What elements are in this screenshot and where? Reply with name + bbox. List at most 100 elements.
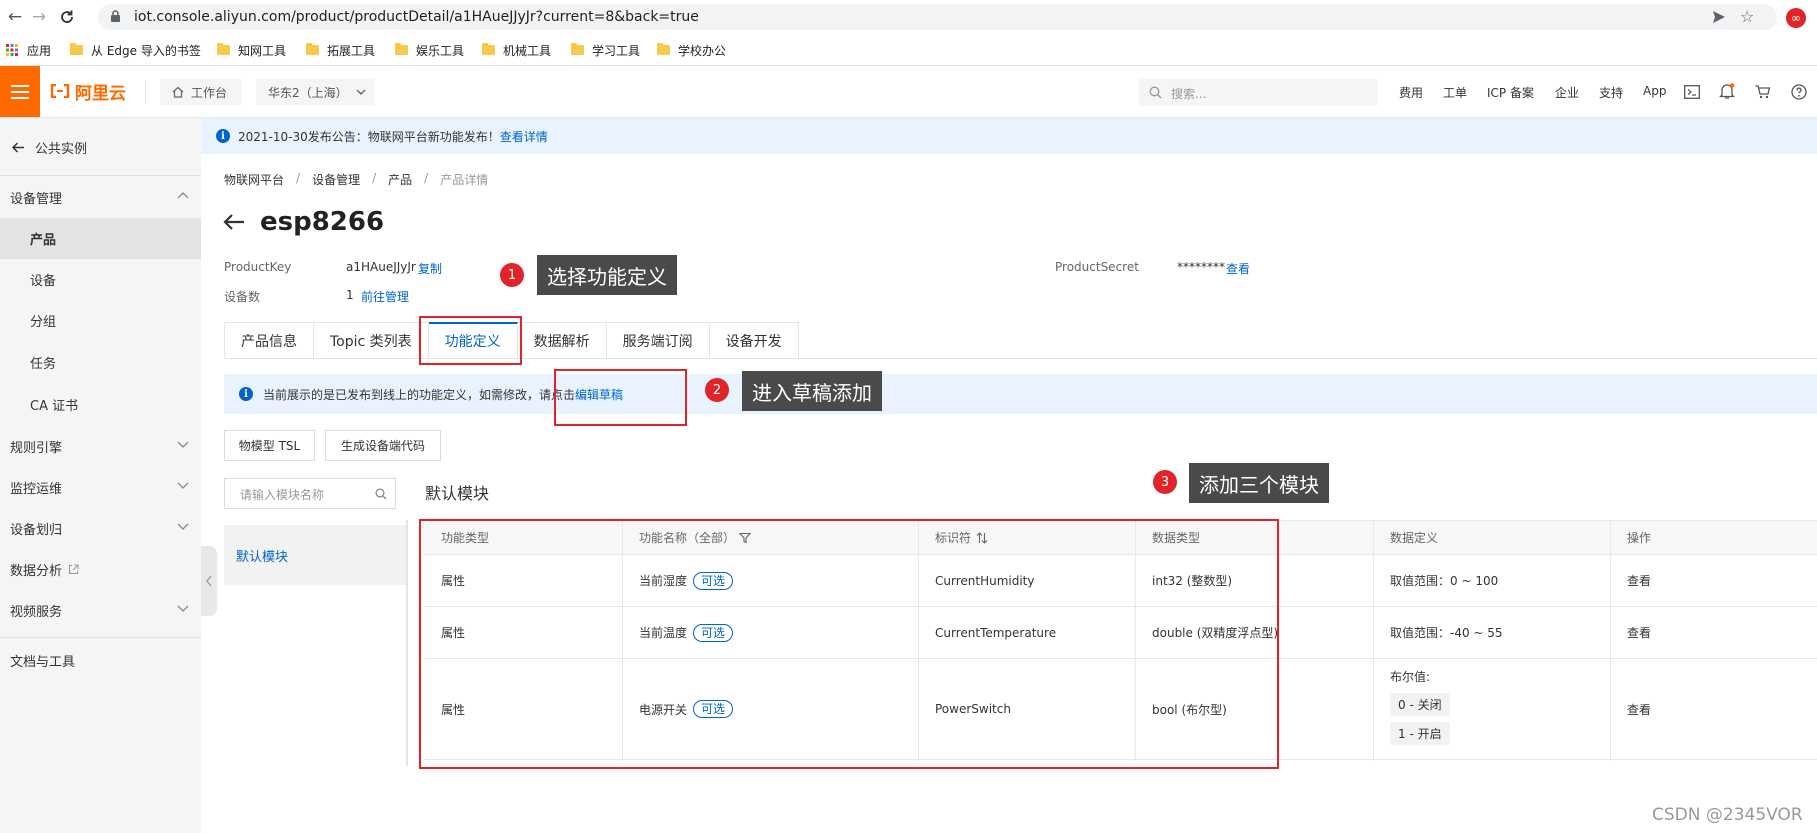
- product-secret-label: ProductSecret: [1055, 260, 1139, 274]
- sidebar-divider: [0, 637, 201, 638]
- chevron-down-icon: [177, 523, 189, 530]
- column-header: 数据定义: [1390, 531, 1439, 545]
- chevron-down-icon: [177, 482, 189, 489]
- help-icon[interactable]: [1791, 84, 1807, 100]
- lock-icon: [110, 10, 121, 23]
- breadcrumb-item[interactable]: 设备管理: [312, 171, 360, 188]
- bookmark-folder[interactable]: 从 Edge 导入的书签: [70, 42, 201, 58]
- bookmark-folder[interactable]: 拓展工具: [306, 42, 375, 58]
- watermark: CSDN @2345VOR: [1652, 805, 1803, 825]
- bool-definition: 布尔值: 0 - 关闭 1 - 开启: [1390, 668, 1450, 745]
- back-arrow-icon[interactable]: ←: [4, 7, 26, 27]
- annotation-box-edit-draft: [554, 369, 687, 426]
- menu-hamburger-icon[interactable]: [0, 66, 40, 117]
- sidebar-collapse-handle[interactable]: [201, 546, 217, 616]
- bookmark-folder[interactable]: 娱乐工具: [395, 42, 464, 58]
- chevron-left-icon: [206, 575, 212, 587]
- sidebar-back-public-instance[interactable]: 公共实例: [0, 127, 201, 168]
- product-key-label: ProductKey: [224, 260, 292, 274]
- tab-server-subscription[interactable]: 服务端订阅: [606, 322, 710, 359]
- copy-link[interactable]: 复制: [418, 260, 442, 277]
- annotation-badge: 2: [705, 378, 729, 402]
- url-text: iot.console.aliyun.com/product/productDe…: [134, 9, 699, 25]
- annotation-box-table: [419, 519, 1279, 769]
- annotation-box-tab: [419, 316, 522, 365]
- info-icon: i: [239, 387, 253, 401]
- chevron-down-icon: [177, 441, 189, 448]
- view-link[interactable]: 查看: [1627, 607, 1651, 658]
- breadcrumb: 物联网平台 / 设备管理 / 产品 / 产品详情: [224, 171, 489, 188]
- module-search-input[interactable]: 请输入模块名称: [224, 478, 396, 509]
- annotation-callout: 添加三个模块: [1189, 463, 1329, 503]
- bookmarks-bar: 应用 从 Edge 导入的书签 知网工具 拓展工具 娱乐工具 机械工具 学习工具…: [0, 34, 1817, 66]
- sidebar-section-device-management[interactable]: 设备管理: [0, 177, 201, 218]
- module-list-item[interactable]: 默认模块: [224, 525, 408, 585]
- sidebar-item-ca-cert[interactable]: CA 证书: [0, 384, 201, 425]
- region-select[interactable]: 华东2（上海）: [256, 79, 374, 105]
- tab-device-development[interactable]: 设备开发: [709, 322, 799, 359]
- folder-icon: [70, 43, 83, 55]
- browser-toolbar: ← → iot.console.aliyun.com/product/produ…: [0, 0, 1817, 34]
- announcement-bar: i 2021-10-30发布公告：物联网平台新功能发布！查看详情: [201, 118, 1817, 154]
- header-link-tickets[interactable]: 工单: [1443, 84, 1467, 101]
- folder-icon: [306, 43, 319, 55]
- aliyun-logo[interactable]: 阿里云: [50, 80, 126, 104]
- tsl-button[interactable]: 物模型 TSL: [224, 430, 315, 461]
- star-icon[interactable]: ☆: [1740, 7, 1754, 26]
- view-link[interactable]: 查看: [1627, 659, 1651, 759]
- header-link-billing[interactable]: 费用: [1399, 84, 1423, 101]
- sidebar-item-docs-tools[interactable]: 文档与工具: [0, 640, 201, 681]
- header-link-icp[interactable]: ICP 备案: [1487, 84, 1534, 101]
- console-header: 阿里云 工作台 华东2（上海） 搜索... 费用 工单 ICP 备案 企业 支持…: [0, 66, 1817, 118]
- annotation-badge: 1: [500, 263, 524, 287]
- device-count-value: 1: [346, 288, 354, 302]
- header-divider: [145, 80, 146, 104]
- sidebar-group-video-service[interactable]: 视频服务: [0, 590, 201, 631]
- product-key-value: a1HAueJJyJr: [346, 260, 416, 274]
- view-link[interactable]: 查看: [1627, 555, 1651, 606]
- bell-icon[interactable]: [1719, 83, 1735, 100]
- annotation-badge: 3: [1153, 470, 1177, 494]
- announcement-link[interactable]: 查看详情: [500, 130, 548, 144]
- bookmark-folder[interactable]: 学习工具: [571, 42, 640, 58]
- profile-avatar[interactable]: ∞: [1786, 8, 1806, 28]
- bookmark-folder[interactable]: 学校办公: [657, 42, 726, 58]
- info-icon: i: [216, 129, 230, 143]
- breadcrumb-item[interactable]: 物联网平台: [224, 171, 284, 188]
- header-search-input[interactable]: 搜索...: [1139, 79, 1378, 106]
- address-bar[interactable]: iot.console.aliyun.com/product/productDe…: [98, 4, 1777, 30]
- module-list-divider: [406, 520, 408, 766]
- column-header: 操作: [1627, 531, 1652, 545]
- tab-topic-list[interactable]: Topic 类列表: [314, 322, 429, 359]
- header-link-app[interactable]: App: [1643, 84, 1666, 98]
- breadcrumb-item[interactable]: 产品: [388, 171, 412, 188]
- terminal-icon[interactable]: [1684, 85, 1700, 99]
- tab-product-info[interactable]: 产品信息: [224, 322, 314, 359]
- sidebar-item-product[interactable]: 产品: [0, 218, 201, 259]
- sidebar-group-device-allocation[interactable]: 设备划归: [0, 508, 201, 549]
- bookmark-apps[interactable]: 应用: [6, 42, 51, 58]
- share-icon[interactable]: [1712, 10, 1726, 24]
- header-link-enterprise[interactable]: 企业: [1555, 84, 1579, 101]
- bookmark-folder[interactable]: 知网工具: [217, 42, 286, 58]
- sidebar-group-monitoring[interactable]: 监控运维: [0, 467, 201, 508]
- view-secret-link[interactable]: 查看: [1226, 260, 1250, 277]
- tab-data-parsing[interactable]: 数据解析: [517, 322, 607, 359]
- sidebar-group-data-analysis[interactable]: 数据分析: [0, 549, 201, 590]
- search-icon: [375, 488, 387, 500]
- folder-icon: [217, 43, 230, 55]
- back-arrow-icon[interactable]: [223, 214, 245, 230]
- sidebar-group-rules-engine[interactable]: 规则引擎: [0, 426, 201, 467]
- generate-code-button[interactable]: 生成设备端代码: [325, 430, 441, 461]
- sidebar-item-group[interactable]: 分组: [0, 300, 201, 341]
- bookmark-folder[interactable]: 机械工具: [482, 42, 551, 58]
- reload-icon[interactable]: [56, 7, 78, 27]
- forward-arrow-icon[interactable]: →: [28, 7, 50, 27]
- home-icon: [172, 86, 184, 98]
- sidebar-item-task[interactable]: 任务: [0, 342, 201, 383]
- cart-icon[interactable]: [1755, 85, 1771, 99]
- header-link-support[interactable]: 支持: [1599, 84, 1623, 101]
- manage-devices-link[interactable]: 前往管理: [361, 288, 409, 305]
- sidebar-item-device[interactable]: 设备: [0, 259, 201, 300]
- workbench-button[interactable]: 工作台: [160, 79, 242, 105]
